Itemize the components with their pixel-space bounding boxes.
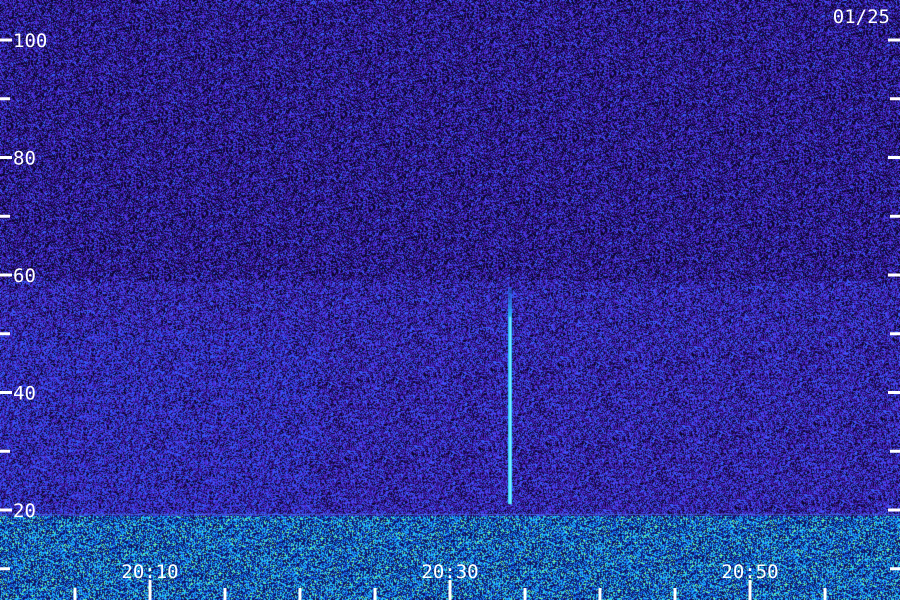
x-tick-label: 20:10 <box>121 561 178 583</box>
spectrogram-axes: 100 80 60 40 20 20:10 20:30 20:50 01/25 <box>0 6 900 600</box>
y-tick-label: 80 <box>13 148 36 170</box>
y-tick-label: 60 <box>13 265 36 287</box>
y-tick-label: 20 <box>13 500 36 522</box>
date-label: 01/25 <box>833 6 890 28</box>
x-tick-label: 20:30 <box>421 561 478 583</box>
x-axis: 20:10 20:30 20:50 <box>73 561 827 600</box>
x-tick-label: 20:50 <box>721 561 778 583</box>
y-axis: 100 80 60 40 20 <box>0 30 900 571</box>
spectrogram-view: 100 80 60 40 20 20:10 20:30 20:50 01/25 <box>0 0 900 600</box>
y-tick-label: 100 <box>13 30 47 52</box>
y-tick-label: 40 <box>13 383 36 405</box>
